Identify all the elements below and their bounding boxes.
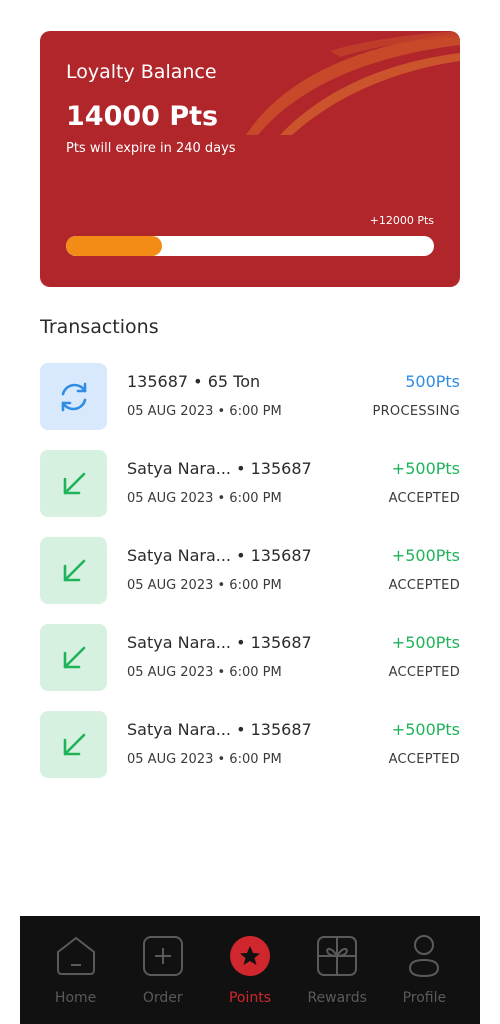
home-icon xyxy=(54,934,98,978)
transaction-title: Satya Nara... • 135687 xyxy=(127,546,312,565)
gift-icon xyxy=(315,934,359,978)
nav-label: Order xyxy=(142,990,183,1006)
user-icon xyxy=(402,934,446,978)
loyalty-balance-title: Loyalty Balance xyxy=(66,61,217,83)
transactions-title: Transactions xyxy=(40,316,159,338)
loyalty-balance-card: Loyalty Balance 14000 Pts Pts will expir… xyxy=(40,31,460,287)
transaction-date: 05 AUG 2023 • 6:00 PM xyxy=(127,752,282,767)
nav-item-points[interactable]: Points xyxy=(210,916,290,1024)
transaction-status: ACCEPTED xyxy=(388,578,460,593)
transaction-amount: +500Pts xyxy=(391,720,460,739)
transaction-row[interactable]: Satya Nara... • 135687 05 AUG 2023 • 6:00… xyxy=(40,537,460,624)
transaction-amount: +500Pts xyxy=(391,546,460,565)
bonus-points-label: +12000 Pts xyxy=(369,214,434,227)
arrow-down-left-icon xyxy=(40,624,107,691)
transactions-list: 135687 • 65 Ton 05 AUG 2023 • 6:00 PM 500P… xyxy=(40,363,460,798)
transaction-amount: +500Pts xyxy=(391,459,460,478)
points-balance: 14000 Pts xyxy=(66,101,219,132)
transaction-title: 135687 • 65 Ton xyxy=(127,372,261,391)
transaction-row[interactable]: Satya Nara... • 135687 05 AUG 2023 • 6:00… xyxy=(40,711,460,798)
transaction-row[interactable]: Satya Nara... • 135687 05 AUG 2023 • 6:00… xyxy=(40,450,460,537)
refresh-icon xyxy=(40,363,107,430)
nav-label: Rewards xyxy=(307,990,367,1006)
bottom-navigation: Home Order Points Rewards Profile xyxy=(20,916,480,1024)
transaction-title: Satya Nara... • 135687 xyxy=(127,633,312,652)
transaction-status: ACCEPTED xyxy=(388,752,460,767)
transaction-date: 05 AUG 2023 • 6:00 PM xyxy=(127,404,282,419)
nav-label: Home xyxy=(54,990,97,1006)
transaction-status: ACCEPTED xyxy=(388,491,460,506)
points-expiry-note: Pts will expire in 240 days xyxy=(66,141,236,156)
nav-item-rewards[interactable]: Rewards xyxy=(297,916,377,1024)
arrow-down-left-icon xyxy=(40,537,107,604)
nav-label: Points xyxy=(228,990,271,1006)
transaction-amount: +500Pts xyxy=(391,633,460,652)
transaction-date: 05 AUG 2023 • 6:00 PM xyxy=(127,665,282,680)
transaction-row[interactable]: 135687 • 65 Ton 05 AUG 2023 • 6:00 PM 500P… xyxy=(40,363,460,450)
transaction-title: Satya Nara... • 135687 xyxy=(127,720,312,739)
nav-item-order[interactable]: Order xyxy=(123,916,203,1024)
transaction-status: ACCEPTED xyxy=(388,665,460,680)
transaction-amount: 500Pts xyxy=(405,372,460,391)
transaction-date: 05 AUG 2023 • 6:00 PM xyxy=(127,491,282,506)
nav-label: Profile xyxy=(402,990,447,1006)
transaction-status: PROCESSING xyxy=(372,404,460,419)
nav-item-profile[interactable]: Profile xyxy=(384,916,464,1024)
star-badge-icon xyxy=(228,934,272,978)
points-progress-fill xyxy=(66,236,162,256)
nav-item-home[interactable]: Home xyxy=(36,916,116,1024)
plus-square-icon xyxy=(141,934,185,978)
arrow-down-left-icon xyxy=(40,711,107,778)
decorative-swoosh xyxy=(246,31,460,135)
transaction-title: Satya Nara... • 135687 xyxy=(127,459,312,478)
arrow-down-left-icon xyxy=(40,450,107,517)
points-progress-bar xyxy=(66,236,434,256)
transaction-row[interactable]: Satya Nara... • 135687 05 AUG 2023 • 6:00… xyxy=(40,624,460,711)
transaction-date: 05 AUG 2023 • 6:00 PM xyxy=(127,578,282,593)
